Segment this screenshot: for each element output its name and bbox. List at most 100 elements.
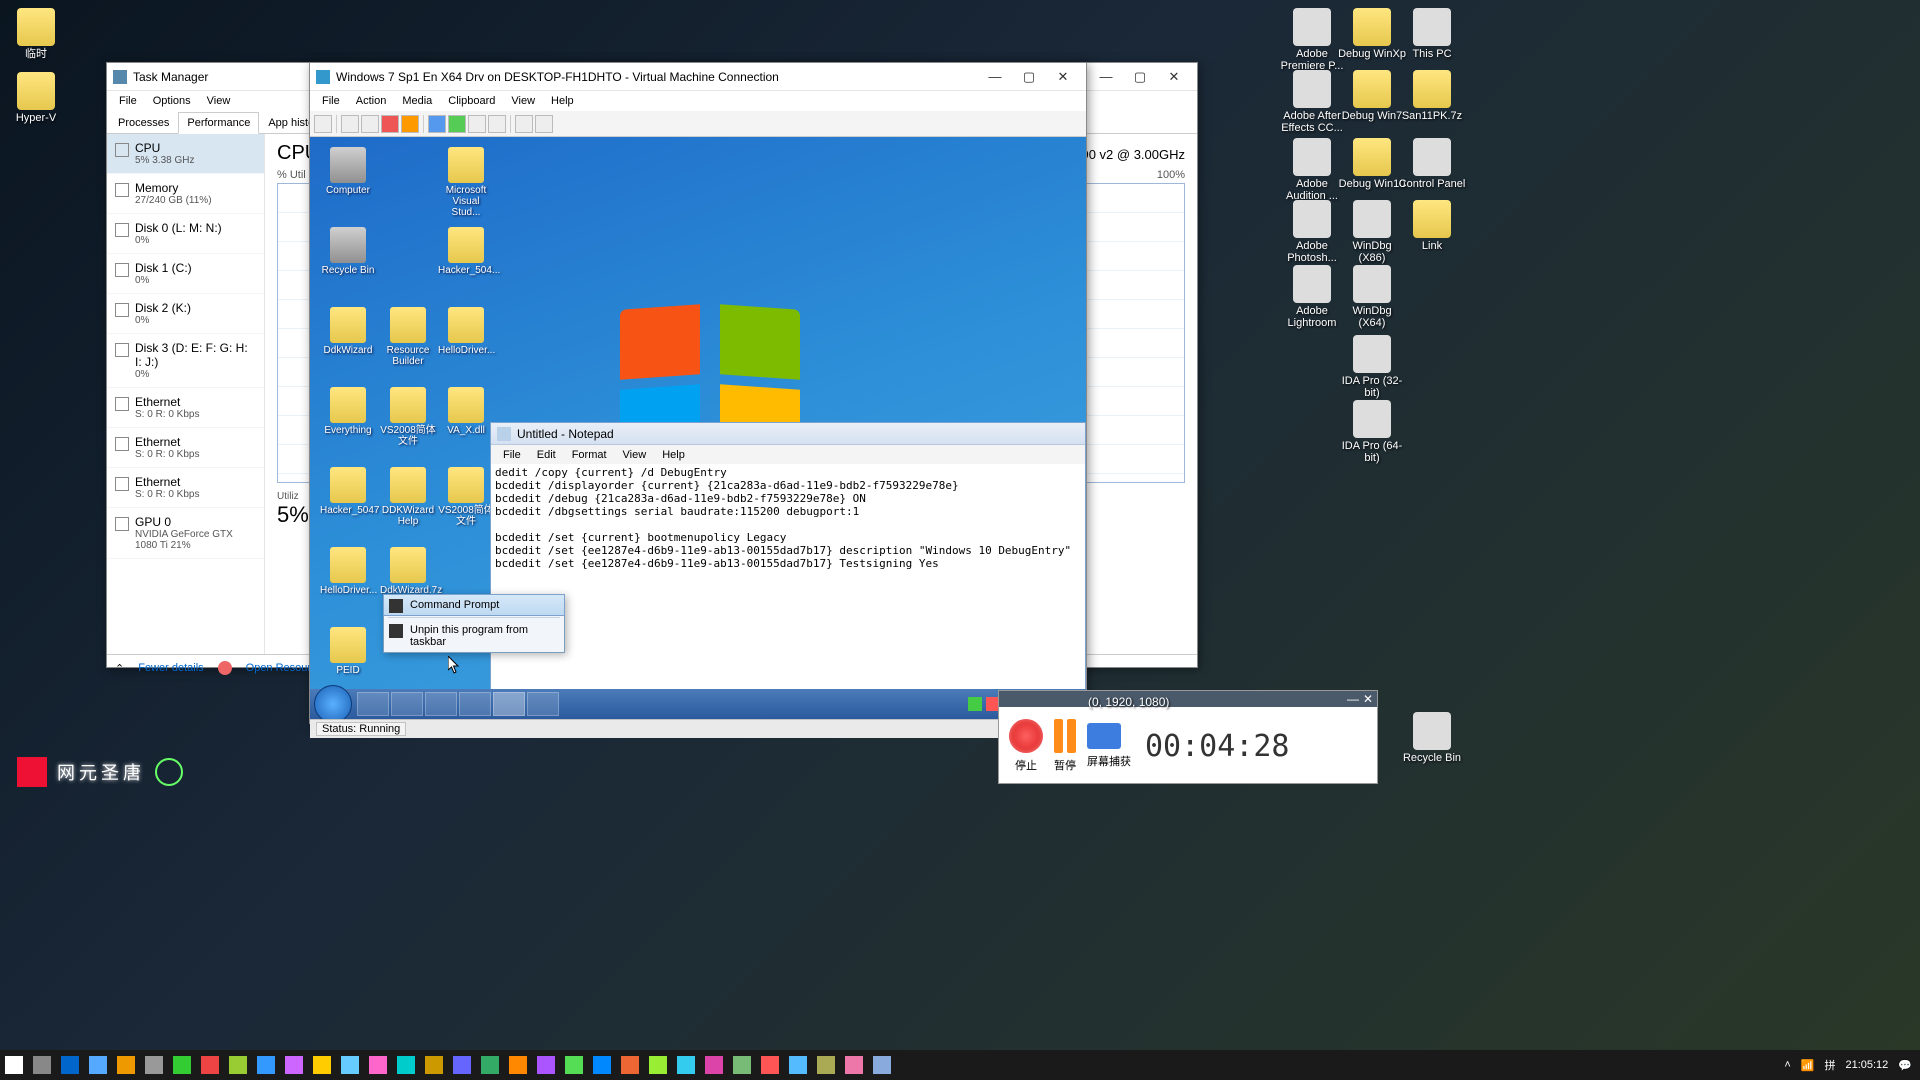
desktop-icon[interactable]: Debug Win7 (1338, 70, 1406, 122)
recorder-titlebar[interactable]: — ✕ (999, 691, 1377, 707)
taskbar-app-button[interactable] (420, 1050, 448, 1080)
task-view-button[interactable] (28, 1050, 56, 1080)
notepad-window[interactable]: Untitled - Notepad FileEditFormatViewHel… (490, 422, 1086, 712)
start-button[interactable] (0, 1050, 28, 1080)
toolbar-pause-icon[interactable] (428, 115, 446, 133)
taskbar-app-button[interactable] (756, 1050, 784, 1080)
menu-item[interactable]: Edit (529, 447, 564, 463)
taskbar-app-button[interactable] (392, 1050, 420, 1080)
sidebar-item[interactable]: EthernetS: 0 R: 0 Kbps (107, 428, 264, 468)
taskbar-app-button[interactable] (196, 1050, 224, 1080)
taskbar-app-button[interactable] (616, 1050, 644, 1080)
taskbar-app-button[interactable] (560, 1050, 588, 1080)
toolbar-reset-icon[interactable] (448, 115, 466, 133)
menu-item[interactable]: File (111, 93, 145, 109)
host-clock[interactable]: 21:05:12 (1845, 1059, 1888, 1071)
guest-desktop-icon[interactable]: PEID (320, 627, 376, 676)
sidebar-item[interactable]: EthernetS: 0 R: 0 Kbps (107, 468, 264, 508)
toolbar-enhanced-icon[interactable] (515, 115, 533, 133)
sidebar-item[interactable]: CPU5% 3.38 GHz (107, 134, 264, 174)
taskbar-app-button[interactable] (280, 1050, 308, 1080)
tray-lang-icon[interactable] (968, 697, 982, 711)
menu-item[interactable]: View (503, 93, 543, 109)
taskbar-app-button[interactable] (224, 1050, 252, 1080)
menu-item[interactable]: Clipboard (440, 93, 503, 109)
taskbar-ie-icon[interactable] (357, 692, 389, 716)
toolbar-share-icon[interactable] (535, 115, 553, 133)
taskbar-app-button[interactable] (56, 1050, 84, 1080)
sidebar-item[interactable]: Memory27/240 GB (11%) (107, 174, 264, 214)
taskbar-app-button[interactable] (784, 1050, 812, 1080)
desktop-icon[interactable]: San11PK.7z (1398, 70, 1466, 122)
start-button[interactable] (314, 685, 352, 719)
guest-desktop-icon[interactable]: DdkWizard (320, 307, 376, 356)
jumplist-unpin-item[interactable]: Unpin this program from taskbar (384, 620, 564, 652)
menu-item[interactable]: Help (654, 447, 693, 463)
desktop-icon[interactable]: This PC (1398, 8, 1466, 60)
sidebar-item[interactable]: Disk 0 (L: M: N:)0% (107, 214, 264, 254)
sidebar-item[interactable]: EthernetS: 0 R: 0 Kbps (107, 388, 264, 428)
taskbar-app-button[interactable] (252, 1050, 280, 1080)
host-taskbar[interactable]: 30 ˄ 📶 拼 21:05:12 💬 (0, 1050, 1920, 1080)
screen-recorder-widget[interactable]: — ✕ 停止 暂停 屏幕捕获 00:04:28 (998, 690, 1378, 784)
recorder-pause-button[interactable]: 暂停 (1051, 719, 1079, 773)
minimize-button[interactable]: — (1089, 67, 1123, 87)
taskbar-app-button[interactable] (476, 1050, 504, 1080)
desktop-icon[interactable]: Adobe After Effects CC... (1278, 70, 1346, 134)
desktop-icon[interactable]: Debug WinXp (1338, 8, 1406, 60)
taskbar-app-icon[interactable] (527, 692, 559, 716)
maximize-button[interactable]: ▢ (1123, 67, 1157, 87)
sidebar-item[interactable]: Disk 2 (K:)0% (107, 294, 264, 334)
host-system-tray[interactable]: ˄ 📶 拼 21:05:12 💬 (1776, 1057, 1920, 1073)
tray-ime-icon[interactable]: 拼 (1824, 1057, 1835, 1073)
guest-desktop-icon[interactable]: VA_X.dll (438, 387, 494, 436)
taskbar-app-button[interactable] (532, 1050, 560, 1080)
fewer-details-link[interactable]: Fewer details (138, 662, 203, 674)
sidebar-item[interactable]: GPU 0NVIDIA GeForce GTX 1080 Ti 21% (107, 508, 264, 559)
menu-item[interactable]: Format (564, 447, 615, 463)
desktop-icon[interactable]: Hyper-V (2, 72, 70, 124)
taskbar-app-button[interactable] (336, 1050, 364, 1080)
guest-desktop-icon[interactable]: HelloDriver... (438, 307, 494, 356)
taskbar-app-button[interactable] (448, 1050, 476, 1080)
tab-performance[interactable]: Performance (178, 112, 259, 134)
recorder-capture-button[interactable]: 屏幕捕获 (1087, 723, 1131, 769)
toolbar-save-icon[interactable] (401, 115, 419, 133)
taskbar-cmd-icon[interactable] (459, 692, 491, 716)
taskbar-app-button[interactable] (868, 1050, 896, 1080)
close-button[interactable]: ✕ (1046, 67, 1080, 87)
desktop-icon[interactable]: IDA Pro (32-bit) (1338, 335, 1406, 399)
close-button[interactable]: ✕ (1157, 67, 1191, 87)
recorder-stop-button[interactable]: 停止 (1009, 719, 1043, 773)
taskbar-app-button[interactable] (112, 1050, 140, 1080)
guest-desktop-icon[interactable]: Recycle Bin (320, 227, 376, 276)
tm-sidebar[interactable]: CPU5% 3.38 GHzMemory27/240 GB (11%)Disk … (107, 134, 265, 654)
guest-desktop-icon[interactable]: HelloDriver... (320, 547, 376, 596)
taskbar-app-button[interactable] (504, 1050, 532, 1080)
tray-chevron-icon[interactable]: ˄ (1784, 1059, 1790, 1071)
guest-desktop-icon[interactable]: Everything (320, 387, 376, 436)
taskbar-app-button[interactable] (840, 1050, 868, 1080)
taskbar-jumplist[interactable]: Command Prompt Unpin this program from t… (383, 594, 565, 653)
desktop-icon[interactable]: Link (1398, 200, 1466, 252)
guest-desktop-icon[interactable]: DdkWizard.7z (380, 547, 436, 596)
guest-desktop-icon[interactable]: Microsoft Visual Stud... (438, 147, 494, 218)
maximize-button[interactable]: ▢ (1012, 67, 1046, 87)
taskbar-app-button[interactable] (644, 1050, 672, 1080)
menu-item[interactable]: Action (348, 93, 395, 109)
desktop-icon[interactable]: 临时 (2, 8, 70, 60)
vm-toolbar[interactable] (310, 111, 1086, 137)
notepad-menubar[interactable]: FileEditFormatViewHelp (491, 445, 1085, 464)
taskbar-app-button[interactable] (140, 1050, 168, 1080)
menu-item[interactable]: View (199, 93, 239, 109)
taskbar-app-button[interactable] (812, 1050, 840, 1080)
guest-taskbar[interactable]: 6:05 AM (310, 689, 1086, 719)
sidebar-item[interactable]: Disk 3 (D: E: F: G: H: I: J:)0% (107, 334, 264, 388)
taskbar-app-button[interactable] (672, 1050, 700, 1080)
sidebar-item[interactable]: Disk 1 (C:)0% (107, 254, 264, 294)
taskbar-app-button[interactable] (308, 1050, 336, 1080)
collapse-chevron-icon[interactable]: ⌃ (115, 662, 124, 675)
menu-item[interactable]: Options (145, 93, 199, 109)
vm-menubar[interactable]: FileActionMediaClipboardViewHelp (310, 91, 1086, 111)
toolbar-revert-icon[interactable] (488, 115, 506, 133)
